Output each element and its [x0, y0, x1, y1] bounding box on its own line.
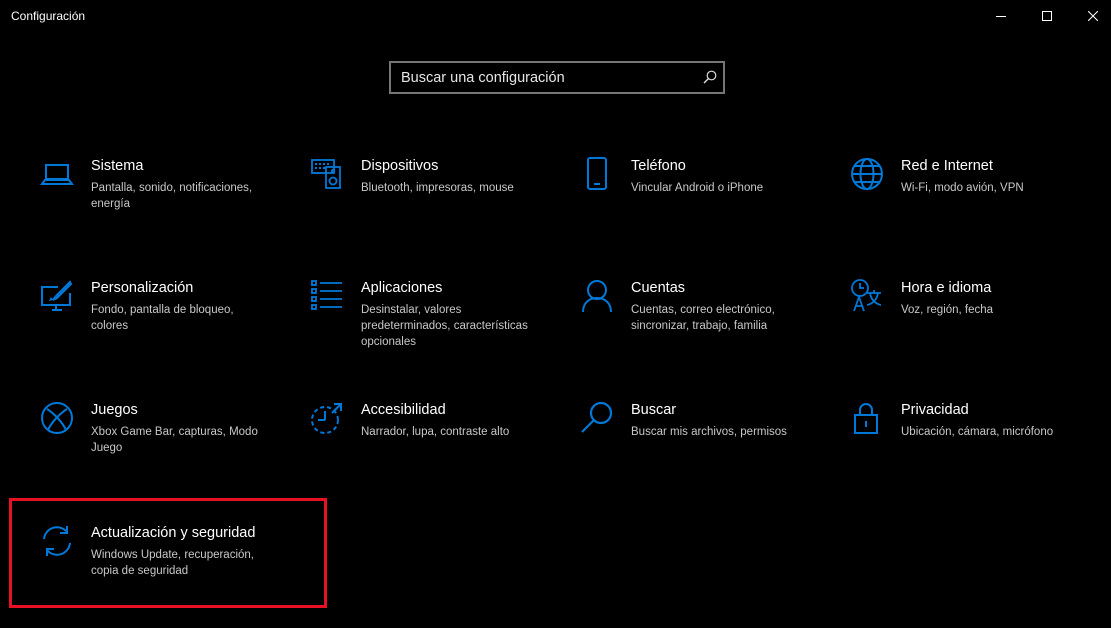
- tile-description: Pantalla, sonido, notificaciones, energí…: [91, 182, 253, 210]
- person-icon: [582, 280, 612, 313]
- tile-title: Personalización: [91, 280, 194, 296]
- maximize-button[interactable]: [1024, 0, 1070, 32]
- tile-description: Cuentas, correo electrónico, sincronizar…: [631, 304, 775, 332]
- tile-description: Voz, región, fecha: [901, 304, 994, 316]
- globe-icon: [851, 158, 883, 190]
- highlight-box: [9, 498, 327, 608]
- tile-title: Teléfono: [631, 158, 686, 174]
- tile-description: Fondo, pantalla de bloqueo, colores: [91, 304, 234, 332]
- tile-description: Wi-Fi, modo avión, VPN: [901, 182, 1024, 194]
- tile-description: Bluetooth, impresoras, mouse: [361, 182, 514, 194]
- keyboard-speaker-icon: [311, 159, 341, 189]
- xbox-icon: [41, 402, 73, 434]
- tile-title: Cuentas: [631, 280, 686, 296]
- tile-accesibilidad[interactable]: Accesibilidad Narrador, lupa, contraste …: [310, 401, 560, 501]
- tile-aplicaciones[interactable]: Aplicaciones Desinstalar, valores predet…: [310, 279, 560, 379]
- minimize-button[interactable]: [978, 0, 1024, 32]
- tile-title: Buscar: [631, 402, 677, 418]
- tile-sistema[interactable]: Sistema Pantalla, sonido, notificaciones…: [40, 157, 290, 257]
- tile-telefono[interactable]: Teléfono Vincular Android o iPhone: [580, 157, 830, 257]
- accessibility-timer-icon: [311, 403, 342, 434]
- tile-cuentas[interactable]: Cuentas Cuentas, correo electrónico, sin…: [580, 279, 830, 379]
- tile-title: Accesibilidad: [361, 402, 446, 418]
- apps-list-icon: [311, 280, 342, 310]
- search-box[interactable]: [389, 61, 725, 94]
- tile-title: Red e Internet: [901, 158, 993, 174]
- tile-title: Aplicaciones: [361, 280, 443, 296]
- tile-juegos[interactable]: Juegos Xbox Game Bar, capturas, Modo Jue…: [40, 401, 290, 501]
- search-input[interactable]: [391, 63, 701, 92]
- tile-hora-idioma[interactable]: Hora e idioma Voz, región, fecha: [850, 279, 1100, 379]
- search-icon[interactable]: [703, 70, 717, 84]
- tile-description: Ubicación, cámara, micrófono: [901, 426, 1054, 438]
- minimize-icon: [996, 16, 1006, 17]
- tile-description: Desinstalar, valores predeterminados, ca…: [361, 304, 528, 348]
- paint-brush-icon: [41, 280, 73, 311]
- time-language-icon: [851, 279, 882, 312]
- tile-description: Narrador, lupa, contraste alto: [361, 426, 510, 438]
- tile-dispositivos[interactable]: Dispositivos Bluetooth, impresoras, mous…: [310, 157, 560, 257]
- close-button[interactable]: [1070, 0, 1111, 32]
- tile-description: Buscar mis archivos, permisos: [631, 426, 787, 438]
- tile-title: Sistema: [91, 158, 144, 174]
- tile-description: Vincular Android o iPhone: [631, 182, 764, 194]
- tile-title: Dispositivos: [361, 158, 439, 174]
- close-icon: [1088, 11, 1098, 21]
- tile-personalizacion[interactable]: Personalización Fondo, pantalla de bloqu…: [40, 279, 290, 379]
- tile-title: Hora e idioma: [901, 280, 992, 296]
- magnifier-icon: [581, 401, 613, 433]
- tile-buscar[interactable]: Buscar Buscar mis archivos, permisos: [580, 401, 830, 501]
- tile-red-internet[interactable]: Red e Internet Wi-Fi, modo avión, VPN: [850, 157, 1100, 257]
- tile-title: Juegos: [91, 402, 138, 418]
- maximize-icon: [1042, 11, 1052, 21]
- tile-description: Xbox Game Bar, capturas, Modo Juego: [91, 426, 258, 454]
- tile-title: Privacidad: [901, 402, 969, 418]
- tile-privacidad[interactable]: Privacidad Ubicación, cámara, micrófono: [850, 401, 1100, 501]
- title-bar: Configuración: [0, 0, 1111, 32]
- phone-icon: [587, 157, 607, 190]
- lock-icon: [854, 403, 878, 434]
- window-title: Configuración: [11, 9, 86, 23]
- laptop-icon: [40, 164, 74, 185]
